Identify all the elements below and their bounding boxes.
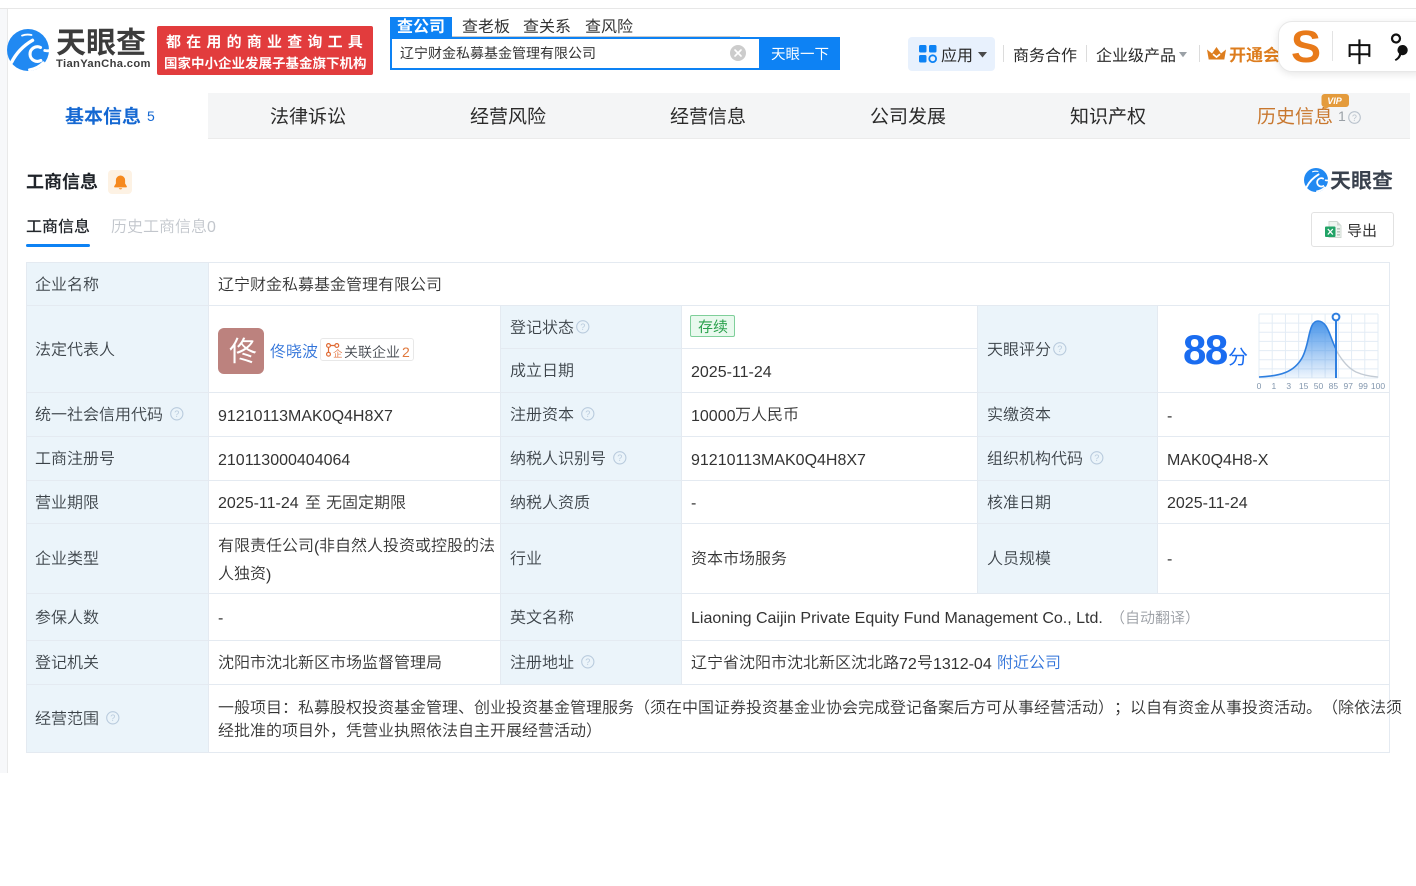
svg-text:50: 50: [1314, 381, 1324, 391]
svg-text:2025-11-24: 2025-11-24: [691, 364, 772, 381]
svg-text:2025-11-24: 2025-11-24: [218, 495, 299, 512]
svg-text:?: ?: [1094, 453, 1099, 463]
svg-text:91210113MAK0Q4H8X7: 91210113MAK0Q4H8X7: [218, 408, 393, 425]
svg-text:0: 0: [1257, 381, 1262, 391]
svg-text:-: -: [1167, 551, 1172, 568]
svg-text:): ): [266, 567, 271, 584]
svg-text:1312-04: 1312-04: [933, 656, 992, 673]
svg-text:91210113MAK0Q4H8X7: 91210113MAK0Q4H8X7: [691, 452, 866, 469]
svg-text:?: ?: [617, 453, 622, 463]
svg-text:0: 0: [207, 219, 216, 236]
svg-text:?: ?: [174, 409, 179, 419]
svg-text:2: 2: [402, 344, 410, 360]
svg-text:-: -: [691, 495, 696, 512]
svg-text:1: 1: [1272, 381, 1277, 391]
svg-text:85: 85: [1329, 381, 1339, 391]
svg-text:210113000404064: 210113000404064: [218, 452, 350, 469]
svg-text:5: 5: [147, 108, 155, 124]
svg-text:S: S: [1291, 21, 1321, 72]
svg-text:?: ?: [580, 322, 585, 332]
svg-text:72: 72: [899, 656, 917, 673]
svg-text:TianYanCha.com: TianYanCha.com: [56, 58, 151, 70]
svg-text:2025-11-24: 2025-11-24: [1167, 495, 1248, 512]
svg-text:?: ?: [585, 657, 590, 667]
svg-text:?: ?: [1057, 344, 1062, 354]
svg-text:?: ?: [110, 713, 115, 723]
svg-text:97: 97: [1344, 381, 1354, 391]
svg-text:15: 15: [1299, 381, 1309, 391]
svg-text:100: 100: [1371, 381, 1385, 391]
svg-text:3: 3: [1286, 381, 1291, 391]
svg-text:88: 88: [1183, 326, 1228, 373]
svg-text:-: -: [1167, 408, 1172, 425]
svg-text:VIP: VIP: [1327, 96, 1343, 106]
svg-text:Liaoning Caijin Private Equity: Liaoning Caijin Private Equity Fund Mana…: [691, 610, 1103, 627]
svg-text:?: ?: [1352, 112, 1357, 122]
svg-text:99: 99: [1358, 381, 1368, 391]
svg-text:-: -: [218, 610, 223, 627]
svg-text:MAK0Q4H8-X: MAK0Q4H8-X: [1167, 452, 1269, 469]
svg-text:?: ?: [585, 409, 590, 419]
svg-text:1: 1: [1338, 108, 1346, 124]
svg-text:10000: 10000: [691, 408, 736, 425]
